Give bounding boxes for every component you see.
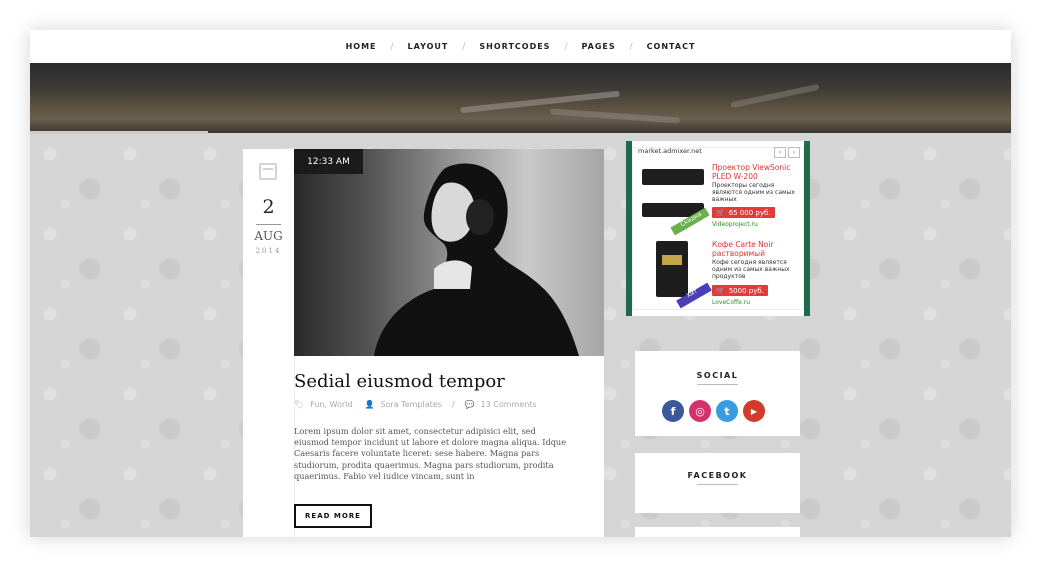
ad-widget[interactable]: market.admixer.net ‹ › Скидка Проектор V… [626, 141, 810, 316]
widget-title-underline [697, 484, 738, 485]
ad-item-title[interactable]: Проектор ViewSonic PLED W-200 [712, 163, 798, 181]
ad-item-site[interactable]: LoveCoffe.ru [712, 299, 750, 306]
post-time-badge: 12:33 AM [294, 149, 363, 174]
ad-item-desc: Проекторы сегодня являются одним из самы… [712, 182, 795, 204]
tag-icon: 🏷 [294, 400, 305, 409]
projector-image[interactable] [642, 169, 704, 185]
widget-title-underline [697, 384, 738, 385]
post-card: 2 AUG 2014 12:33 AM Sedial eiusmod tempo… [243, 149, 604, 537]
cart-icon: 🛒 [716, 208, 725, 217]
read-more-button[interactable]: READ MORE [294, 504, 372, 528]
post-author[interactable]: Sora Templates [380, 400, 441, 409]
woman-with-headphones-image [374, 163, 579, 356]
ad-item-title[interactable]: Кофе Carte Noir растворимый [712, 240, 798, 258]
youtube-icon[interactable]: ▶ [743, 400, 765, 422]
ad-item-site[interactable]: Videoproject.ru [712, 221, 758, 228]
date-divider [256, 224, 281, 225]
post-day: 2 [262, 196, 275, 218]
post-comments[interactable]: 13 Comments [481, 400, 537, 409]
ad-item-desc: Кофе сегодня является одним из самых важ… [712, 259, 790, 281]
post-featured-image[interactable]: 12:33 AM [294, 149, 604, 356]
post-excerpt: Lorem ipsum dolor sit amet, consectetur … [294, 426, 567, 481]
page-frame: HOME / LAYOUT / SHORTCODES / PAGES / CON… [30, 30, 1011, 537]
ad-next-button[interactable]: › [788, 147, 800, 158]
cart-icon: 🛒 [716, 286, 725, 295]
social-icons: f ◎ t ▶ [662, 400, 765, 422]
nav-item-contact[interactable]: CONTACT [633, 42, 710, 51]
ad-item-price[interactable]: 🛒 5000 руб. [712, 285, 768, 296]
nav-item-pages[interactable]: PAGES [568, 42, 630, 51]
widget-title: FACEBOOK [687, 471, 748, 480]
nav-item-layout[interactable]: LAYOUT [394, 42, 463, 51]
ad-item-price-value: 65 000 руб. [728, 208, 771, 217]
instagram-icon[interactable]: ◎ [689, 400, 711, 422]
widget-title: SOCIAL [696, 371, 739, 380]
ad-prev-button[interactable]: ‹ [774, 147, 786, 158]
social-widget: SOCIAL f ◎ t ▶ [635, 351, 800, 436]
next-widget [635, 527, 800, 537]
top-nav: HOME / LAYOUT / SHORTCODES / PAGES / CON… [30, 30, 1011, 63]
ad-frame-right [804, 141, 810, 316]
nav-item-home[interactable]: HOME [332, 42, 391, 51]
post-title[interactable]: Sedial eiusmod tempor [294, 371, 505, 392]
post-year: 2014 [255, 247, 282, 255]
post-month: AUG [254, 229, 283, 243]
coffee-jar-image[interactable] [656, 241, 688, 297]
post-date: 2 AUG 2014 [243, 149, 295, 537]
twitter-icon[interactable]: t [716, 400, 738, 422]
ad-item-price-value: 5000 руб. [728, 286, 764, 295]
ad-item-price[interactable]: 🛒 65 000 руб. [712, 207, 775, 218]
facebook-widget: FACEBOOK [635, 453, 800, 513]
nav-item-shortcodes[interactable]: SHORTCODES [465, 42, 564, 51]
ad-source: market.admixer.net [638, 147, 702, 155]
facebook-icon[interactable]: f [662, 400, 684, 422]
ad-arrows: ‹ › [774, 147, 800, 158]
meta-separator: / [451, 400, 455, 409]
post-meta: 🏷 Fun, World 👤 Sora Templates / 💬 13 Com… [294, 400, 537, 409]
comment-icon: 💬 [464, 400, 475, 409]
post-labels[interactable]: Fun, World [310, 400, 352, 409]
hero-banner-image [30, 63, 1011, 133]
user-icon: 👤 [364, 400, 375, 409]
calendar-icon [259, 163, 277, 180]
